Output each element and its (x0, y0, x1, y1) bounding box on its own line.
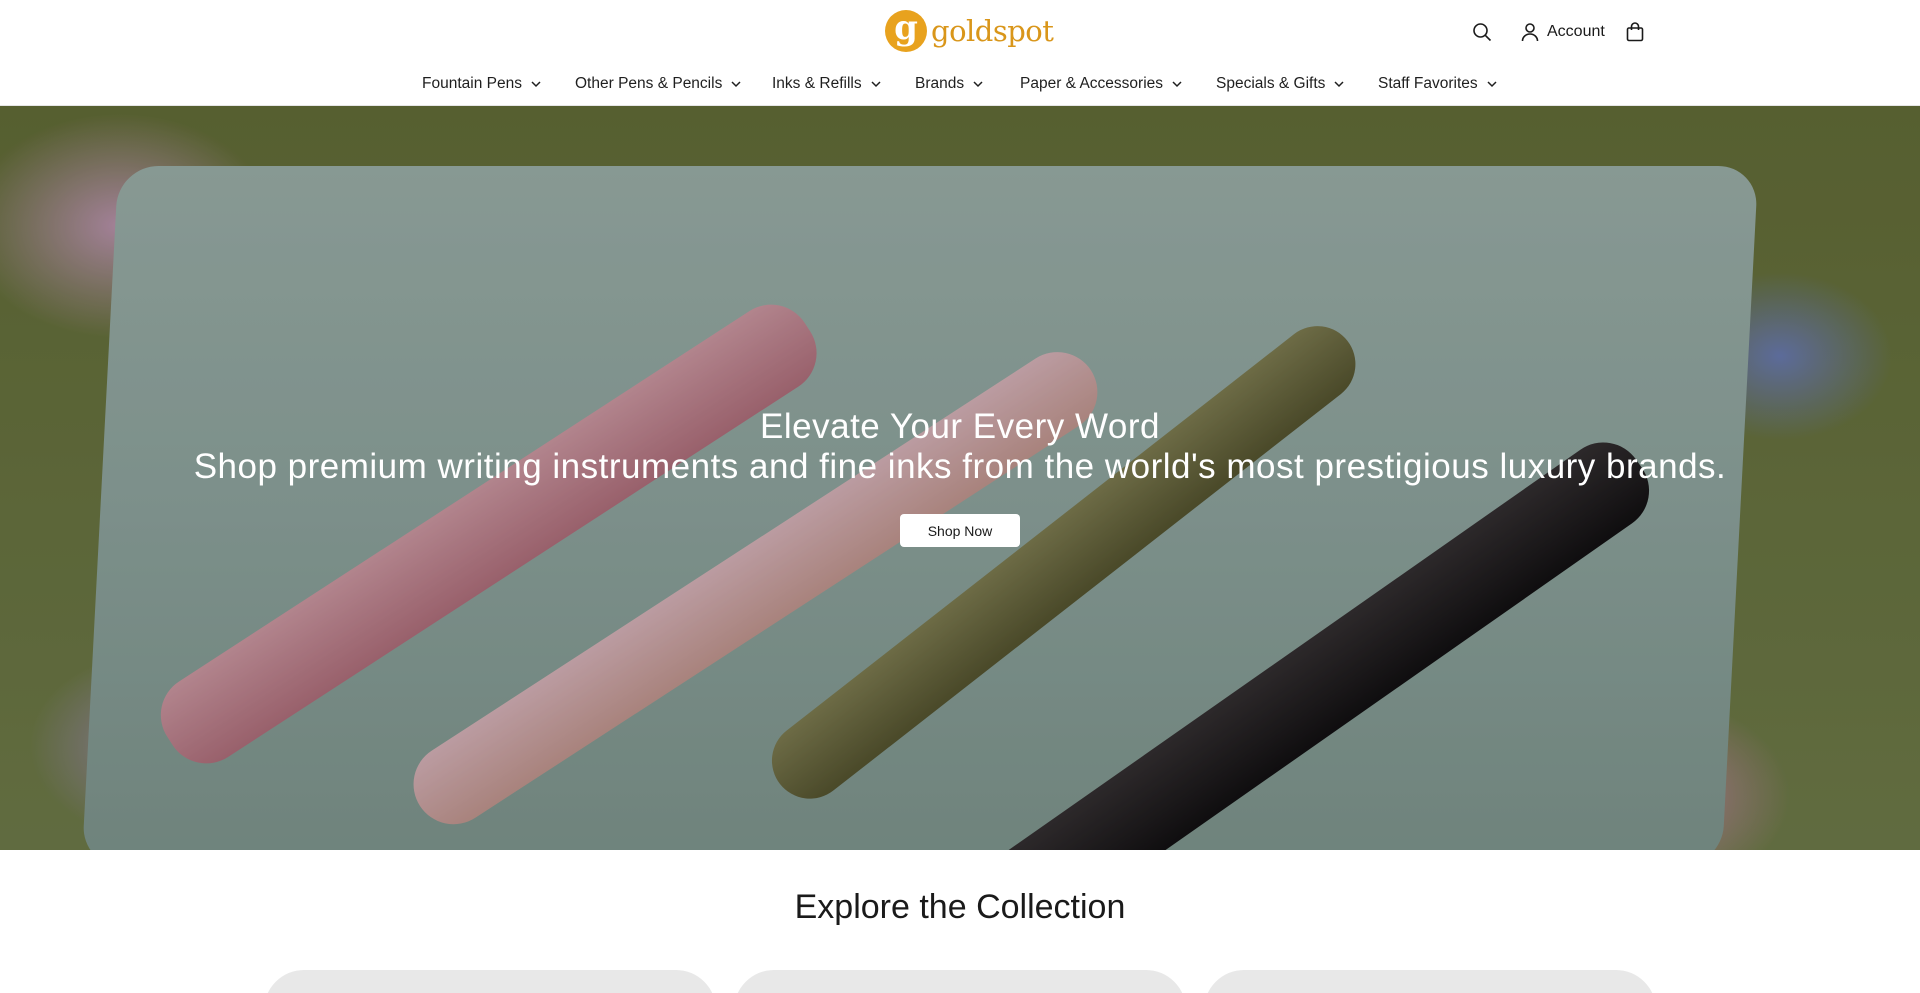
nav-item-label: Paper & Accessories (1020, 75, 1164, 92)
hero-content: Elevate Your Every Word Shop premium wri… (0, 106, 1920, 850)
chevron-down-icon (973, 81, 983, 88)
shop-now-button[interactable]: Shop Now (900, 514, 1020, 547)
goldspot-logo[interactable]: g goldspot (885, 10, 1054, 52)
nav-item-label: Brands (915, 75, 965, 92)
chevron-down-icon (1172, 81, 1182, 88)
nav-item-staff-favorites[interactable]: Staff Favorites (1378, 70, 1498, 98)
nav-item-label: Inks & Refills (772, 75, 862, 92)
user-icon (1521, 23, 1539, 42)
collection-card[interactable] (1204, 970, 1656, 993)
nav-item-paper-accessories[interactable]: Paper & Accessories (1020, 70, 1183, 98)
nav-item-inks-refills[interactable]: Inks & Refills (772, 70, 882, 98)
search-button[interactable] (1472, 18, 1496, 46)
hero-title: Elevate Your Every Word (760, 407, 1160, 446)
hero-banner: Elevate Your Every Word Shop premium wri… (0, 106, 1920, 850)
nav-item-specials-gifts[interactable]: Specials & Gifts (1216, 70, 1345, 98)
site-header: g goldspot Account Fountain Pens Other P… (0, 0, 1920, 106)
hero-subtitle: Shop premium writing instruments and fin… (193, 447, 1727, 486)
chevron-down-icon (531, 81, 541, 88)
logo-mark-letter: g (894, 8, 918, 48)
account-link[interactable]: Account (1521, 18, 1605, 46)
account-label: Account (1547, 23, 1605, 40)
nav-item-label: Staff Favorites (1378, 75, 1478, 92)
main-nav: Fountain Pens Other Pens & Pencils Inks … (0, 70, 1920, 100)
nav-item-other-pens-pencils[interactable]: Other Pens & Pencils (575, 70, 742, 98)
chevron-down-icon (731, 81, 741, 88)
cart-button[interactable] (1626, 18, 1650, 46)
nav-item-label: Specials & Gifts (1216, 75, 1326, 92)
chevron-down-icon (871, 81, 881, 88)
logo-mark: g (885, 10, 927, 52)
nav-item-brands[interactable]: Brands (915, 70, 984, 98)
nav-item-label: Fountain Pens (422, 75, 522, 92)
search-icon (1473, 23, 1492, 42)
nav-item-fountain-pens[interactable]: Fountain Pens (422, 70, 542, 98)
collection-card[interactable] (264, 970, 716, 993)
chevron-down-icon (1334, 81, 1344, 88)
collection-card[interactable] (734, 970, 1186, 993)
chevron-down-icon (1487, 81, 1497, 88)
shopping-bag-icon (1626, 22, 1644, 42)
logo-text: goldspot (931, 13, 1054, 48)
nav-item-label: Other Pens & Pencils (575, 75, 723, 92)
collection-title: Explore the Collection (794, 888, 1126, 926)
